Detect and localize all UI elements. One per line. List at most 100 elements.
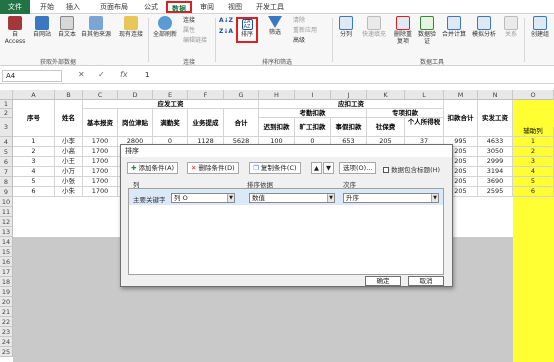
header-gangwei[interactable]: 岗位津贴 xyxy=(118,109,153,137)
header-yingkou[interactable]: 应扣工资 xyxy=(259,100,444,109)
flash-fill-button[interactable]: 快速填充 xyxy=(358,16,390,38)
table-cell[interactable]: 1700 xyxy=(83,177,118,187)
table-cell[interactable]: 3050 xyxy=(478,147,513,157)
table-cell[interactable]: 小高 xyxy=(55,147,83,157)
table-cell[interactable]: 4633 xyxy=(478,137,513,147)
header-shijia[interactable]: 事假扣款 xyxy=(331,118,367,137)
row-header[interactable]: 21 xyxy=(0,307,13,317)
row-header[interactable]: 9 xyxy=(0,187,13,197)
options-button[interactable]: 选项(O)... xyxy=(339,162,377,174)
sort-on-select[interactable]: 数值 ▼ xyxy=(249,193,335,203)
header-name[interactable]: 姓名 xyxy=(55,100,83,137)
from-other-sources-button[interactable]: 自其他来源 xyxy=(80,16,112,38)
table-cell[interactable]: 小朱 xyxy=(55,187,83,197)
table-cell[interactable]: 2 xyxy=(513,147,554,157)
row-header[interactable]: 6 xyxy=(0,157,13,167)
ok-button[interactable]: 确定 xyxy=(365,276,401,286)
tab-page-layout[interactable]: 页面布局 xyxy=(96,1,132,13)
header-yewu[interactable]: 业务提成 xyxy=(188,109,224,137)
row-header[interactable]: 15 xyxy=(0,247,13,257)
row-header[interactable]: 22 xyxy=(0,317,13,327)
table-cell[interactable]: 4 xyxy=(13,167,55,177)
header-jiangjin[interactable]: 满勤奖 xyxy=(153,109,188,137)
header-kaoqin[interactable]: 考勤扣款 xyxy=(259,109,367,118)
primary-key-select[interactable]: 列 O ▼ xyxy=(171,193,235,203)
table-cell[interactable]: 3 xyxy=(13,157,55,167)
row-header[interactable]: 20 xyxy=(0,297,13,307)
header-xuhao[interactable]: 序号 xyxy=(13,100,55,137)
table-cell[interactable]: 4 xyxy=(513,167,554,177)
row-header[interactable]: 18 xyxy=(0,277,13,287)
table-cell[interactable]: 2999 xyxy=(478,157,513,167)
row-header[interactable]: 25 xyxy=(0,347,13,357)
header-heji[interactable]: 合计 xyxy=(224,109,259,137)
column-header[interactable]: E xyxy=(153,90,188,100)
table-cell[interactable]: 3690 xyxy=(478,177,513,187)
table-cell[interactable]: 3194 xyxy=(478,167,513,177)
column-header[interactable]: A xyxy=(13,90,55,100)
column-header[interactable]: L xyxy=(405,90,444,100)
table-cell[interactable]: 小李 xyxy=(55,137,83,147)
row-header[interactable]: 13 xyxy=(0,227,13,237)
table-cell[interactable]: 6 xyxy=(13,187,55,197)
row-header[interactable]: 19 xyxy=(0,287,13,297)
sort-ascending-button[interactable]: A↓Z xyxy=(219,17,233,25)
sort-level-row[interactable]: 主要关键字 列 O ▼ 数值 ▼ 升序 ▼ xyxy=(129,189,443,205)
header-chidao[interactable]: 迟到扣款 xyxy=(259,118,295,137)
column-header[interactable]: F xyxy=(188,90,224,100)
relationships-button[interactable]: 关系 xyxy=(501,16,521,38)
advanced-filter-link[interactable]: 高级 xyxy=(293,37,305,45)
row-header[interactable]: 8 xyxy=(0,177,13,187)
column-header[interactable]: J xyxy=(331,90,367,100)
reapply-filter-link[interactable]: 重新应用 xyxy=(293,27,317,35)
from-web-button[interactable]: 自网站 xyxy=(30,16,54,38)
tab-review[interactable]: 审阅 xyxy=(196,1,218,13)
header-fuzhu[interactable]: 辅助列 xyxy=(513,127,554,137)
tab-formulas[interactable]: 公式 xyxy=(140,1,162,13)
table-cell[interactable]: 小张 xyxy=(55,177,83,187)
header-shifa[interactable]: 实发工资 xyxy=(478,100,513,137)
column-header[interactable]: K xyxy=(367,90,405,100)
table-cell[interactable]: 3 xyxy=(513,157,554,167)
table-cell[interactable]: 1700 xyxy=(83,137,118,147)
add-level-button[interactable]: ✚ 添加条件(A) xyxy=(127,162,179,174)
consolidate-button[interactable]: 合并计算 xyxy=(440,16,468,38)
row-header[interactable]: 17 xyxy=(0,267,13,277)
header-kuanggong[interactable]: 旷工扣款 xyxy=(295,118,331,137)
remove-duplicates-button[interactable]: 删除重复项 xyxy=(392,16,414,45)
properties-link[interactable]: 属性 xyxy=(183,27,195,35)
header-koukuan[interactable]: 扣款合计 xyxy=(444,100,478,137)
what-if-analysis-button[interactable]: 模拟分析 xyxy=(470,16,498,38)
row-header[interactable]: 4 xyxy=(0,137,13,147)
copy-level-button[interactable]: ❐ 复制条件(C) xyxy=(249,162,301,174)
table-cell[interactable]: 1700 xyxy=(83,187,118,197)
table-cell[interactable]: 5 xyxy=(13,177,55,187)
tab-file[interactable]: 文件 xyxy=(0,0,30,14)
sort-button[interactable]: ZA AZ 排序 xyxy=(236,17,258,43)
column-header[interactable]: G xyxy=(224,90,259,100)
header-shebao[interactable]: 社保费 xyxy=(367,118,405,137)
row-header[interactable]: 1 xyxy=(0,100,13,109)
existing-connections-button[interactable]: 现有连接 xyxy=(118,16,144,38)
insert-function-icon[interactable]: fx xyxy=(120,70,128,79)
column-header[interactable]: C xyxy=(83,90,118,100)
data-validation-button[interactable]: 数据验证 xyxy=(416,16,438,45)
table-cell[interactable]: 6 xyxy=(513,187,554,197)
column-header[interactable]: B xyxy=(55,90,83,100)
table-cell[interactable]: 小王 xyxy=(55,157,83,167)
filter-button[interactable]: 筛选 xyxy=(264,16,286,36)
row-header[interactable]: 3 xyxy=(0,118,13,137)
tab-data[interactable]: 数据 xyxy=(166,1,192,13)
column-header[interactable]: M xyxy=(444,90,478,100)
from-text-button[interactable]: 自文本 xyxy=(55,16,79,38)
has-header-checkbox[interactable]: 数据包含标题(H) xyxy=(383,164,440,174)
confirm-icon[interactable]: ✓ xyxy=(98,70,105,79)
row-header[interactable]: 12 xyxy=(0,217,13,227)
tab-view[interactable]: 视图 xyxy=(224,1,246,13)
connections-link[interactable]: 连接 xyxy=(183,17,195,25)
row-header[interactable]: 24 xyxy=(0,337,13,347)
header-yingfa[interactable]: 应发工资 xyxy=(83,100,259,109)
header-geshui[interactable]: 个人所得税 xyxy=(405,118,444,137)
select-all-corner[interactable] xyxy=(0,90,13,100)
tab-home[interactable]: 开始 xyxy=(36,1,58,13)
